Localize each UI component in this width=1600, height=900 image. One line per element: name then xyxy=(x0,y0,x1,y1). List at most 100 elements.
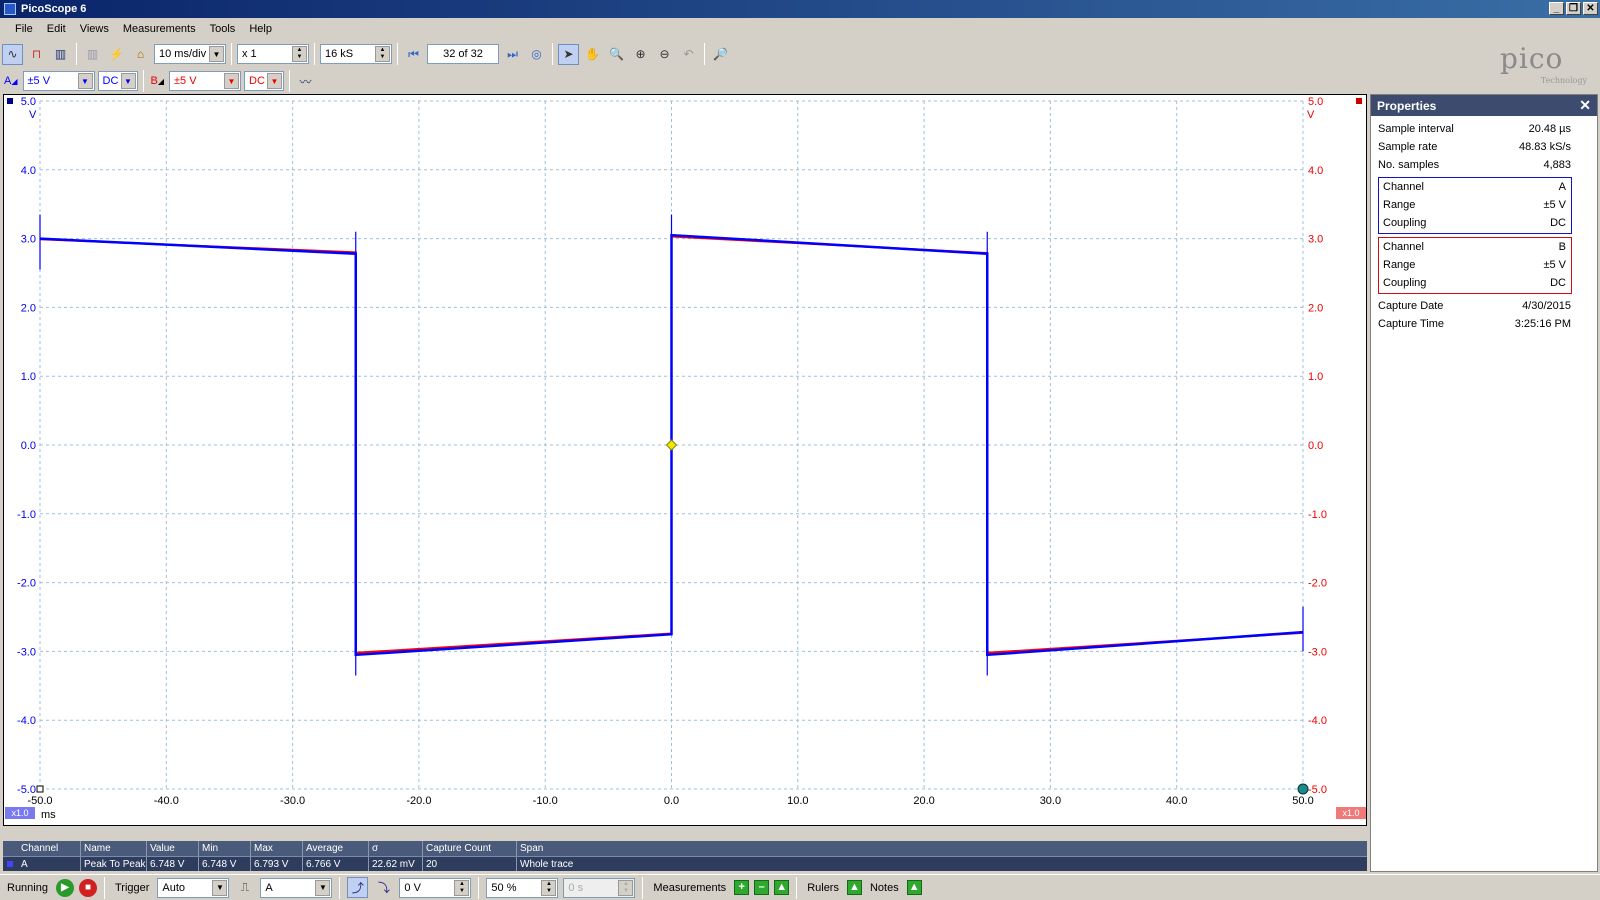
buffer-overview-icon[interactable]: ◎ xyxy=(526,44,547,65)
threshold-stepper[interactable]: 0 V ▲ ▼ xyxy=(399,877,472,898)
first-buffer-icon[interactable]: ⏮ xyxy=(403,44,424,65)
buffer-navigator[interactable]: 32 of 32 xyxy=(427,44,499,64)
row-capture-count: 20 xyxy=(423,857,517,871)
spectrum-mode-icon[interactable]: ▥ xyxy=(50,44,71,65)
rising-edge-icon[interactable]: ⤴ xyxy=(347,877,369,898)
channel-a-properties: Channel A Range ±5 V Coupling DC xyxy=(1378,177,1572,234)
menu-help[interactable]: Help xyxy=(242,23,279,35)
add-measurement-icon[interactable]: + xyxy=(734,880,750,895)
advanced-trigger-icon[interactable]: ⎍ xyxy=(234,877,255,898)
delete-measurement-icon[interactable]: ▲ xyxy=(774,880,790,895)
header-max[interactable]: Max xyxy=(251,841,303,856)
rulers-toggle-icon[interactable]: ▲ xyxy=(846,880,862,895)
zoom-region-icon[interactable]: 🔍 xyxy=(606,44,627,65)
y-tick-label-right: 1.0 xyxy=(1308,371,1323,383)
header-sigma[interactable]: σ xyxy=(369,841,423,856)
menu-measurements[interactable]: Measurements xyxy=(116,23,203,35)
pointer-tool-icon[interactable]: ➤ xyxy=(558,43,579,65)
rulers-label: Rulers xyxy=(807,881,839,894)
hand-tool-icon[interactable]: ✋ xyxy=(582,44,603,65)
y-tick-label-left: -4.0 xyxy=(17,715,36,727)
prop-value: 3:25:16 PM xyxy=(1514,318,1571,330)
row-min: 6.748 V xyxy=(199,857,251,871)
header-span[interactable]: Span xyxy=(517,841,1367,856)
menu-views[interactable]: Views xyxy=(73,23,116,35)
prop-label: Coupling xyxy=(1383,217,1427,229)
signal-generator-icon[interactable]: 〰 xyxy=(295,71,316,92)
y-tick-label-right: 2.0 xyxy=(1308,302,1323,314)
home-icon[interactable]: ⌂ xyxy=(130,44,151,65)
toolbar-separator xyxy=(339,876,341,899)
channel-b-scale-badge: x1.0 xyxy=(1342,808,1359,818)
header-capture-count[interactable]: Capture Count xyxy=(423,841,517,856)
channel-b-range-select[interactable]: ±5 V ▼ xyxy=(169,71,241,91)
stop-icon[interactable]: ■ xyxy=(78,878,97,897)
prop-value: A xyxy=(1558,181,1566,193)
header-value[interactable]: Value xyxy=(147,841,199,856)
zoom-out-icon[interactable]: ⊖ xyxy=(654,44,675,65)
toolbar-separator xyxy=(397,43,398,65)
channel-a-coupling-select[interactable]: DC ▼ xyxy=(97,71,138,91)
header-min[interactable]: Min xyxy=(199,841,251,856)
prop-range: Range ±5 V xyxy=(1379,196,1571,214)
prop-value: 20.48 µs xyxy=(1528,123,1571,135)
prop-channel: Channel A xyxy=(1379,178,1571,196)
scope-mode-icon[interactable]: ∿ xyxy=(2,43,23,65)
notes-toggle-icon[interactable]: ▲ xyxy=(906,880,922,895)
spin-arrows-icon: ▲ ▼ xyxy=(541,879,557,896)
spectrum-view-icon[interactable]: ▥ xyxy=(82,44,103,65)
main-toolbar: ∿ ⊓ ▥ ▥ ⚡ ⌂ 10 ms/div ▼ x 1 ▲ ▼ 16 kS ▲ ▼ … xyxy=(0,41,1370,67)
restore-icon[interactable]: ❐ xyxy=(1566,2,1581,15)
minimize-icon[interactable]: _ xyxy=(1549,2,1564,15)
y-tick-label-left: 4.0 xyxy=(21,165,36,177)
zoom-stepper[interactable]: x 1 ▲ ▼ xyxy=(237,44,309,64)
notes-label: Notes xyxy=(869,881,899,894)
channel-b-button[interactable]: B ◢ xyxy=(149,75,167,87)
x-tick-label: 20.0 xyxy=(913,795,934,807)
timebase-select[interactable]: 10 ms/div ▼ xyxy=(154,44,226,64)
header-average[interactable]: Average xyxy=(303,841,369,856)
zoom-overview-icon[interactable]: 🔎 xyxy=(710,44,731,65)
probe-icon: ◢ xyxy=(157,76,164,86)
trigger-source-select[interactable]: A ▼ xyxy=(260,877,333,898)
chevron-down-icon: ▼ xyxy=(212,879,228,896)
prop-sample-interval: Sample interval 20.48 µs xyxy=(1371,120,1597,138)
scope-view[interactable]: 5.0 4.0 3.0 2.0 1.0 0.0 -1.0 -2.0 -3.0 -4.0 -5.0 5.… xyxy=(3,94,1367,826)
y-tick-label-left: -1.0 xyxy=(17,509,36,521)
header-channel[interactable]: Channel xyxy=(3,841,81,856)
scope-plot[interactable]: 5.04.03.02.01.00.0-1.0-2.0-3.0-4.0-5.05.… xyxy=(4,95,1368,827)
logo-subtitle: Technology xyxy=(1540,76,1587,85)
next-buffer-icon[interactable]: ⏭ xyxy=(502,44,523,65)
start-icon[interactable]: ▶ xyxy=(55,878,74,897)
channel-a-range-select[interactable]: ±5 V ▼ xyxy=(22,71,95,91)
undo-zoom-icon[interactable]: ↶ xyxy=(678,44,699,65)
samples-stepper[interactable]: 16 kS ▲ ▼ xyxy=(320,44,392,64)
window-title: PicoScope 6 xyxy=(21,3,87,15)
menu-edit[interactable]: Edit xyxy=(40,23,73,35)
channel-a-button[interactable]: A ◢ xyxy=(2,75,20,87)
y-tick-label-right: 3.0 xyxy=(1308,234,1323,246)
close-icon[interactable]: ✕ xyxy=(1579,97,1591,114)
pretrigger-stepper[interactable]: 50 % ▲ ▼ xyxy=(486,877,559,898)
edit-measurement-icon[interactable]: – xyxy=(754,880,770,895)
channel-b-coupling-select[interactable]: DC ▼ xyxy=(244,71,284,91)
properties-header: Properties ✕ xyxy=(1371,95,1597,116)
channel-b-marker xyxy=(1356,98,1362,104)
x-tick-label: -30.0 xyxy=(280,795,305,807)
header-name[interactable]: Name xyxy=(81,841,147,856)
menu-file[interactable]: File xyxy=(8,23,40,35)
delay-stepper[interactable]: 0 s ▲ ▼ xyxy=(563,877,636,898)
prop-label: Range xyxy=(1383,199,1416,211)
channel-b-label: B xyxy=(150,75,158,87)
persistence-mode-icon[interactable]: ⊓ xyxy=(26,44,47,65)
menu-tools[interactable]: Tools xyxy=(203,23,243,35)
table-row[interactable]: A Peak To Peak 6.748 V 6.748 V 6.793 V 6… xyxy=(3,856,1367,871)
trigger-label: Trigger xyxy=(114,881,150,894)
zoom-in-icon[interactable]: ⊕ xyxy=(630,44,651,65)
falling-edge-icon[interactable]: ⤵ xyxy=(373,877,394,898)
y-tick-label-left: 5.0 xyxy=(21,96,36,108)
trigger-mode-select[interactable]: Auto ▼ xyxy=(157,877,230,898)
close-icon[interactable]: ✕ xyxy=(1583,2,1598,15)
auto-setup-icon[interactable]: ⚡ xyxy=(106,44,127,65)
chevron-down-icon: ▼ xyxy=(315,879,331,896)
